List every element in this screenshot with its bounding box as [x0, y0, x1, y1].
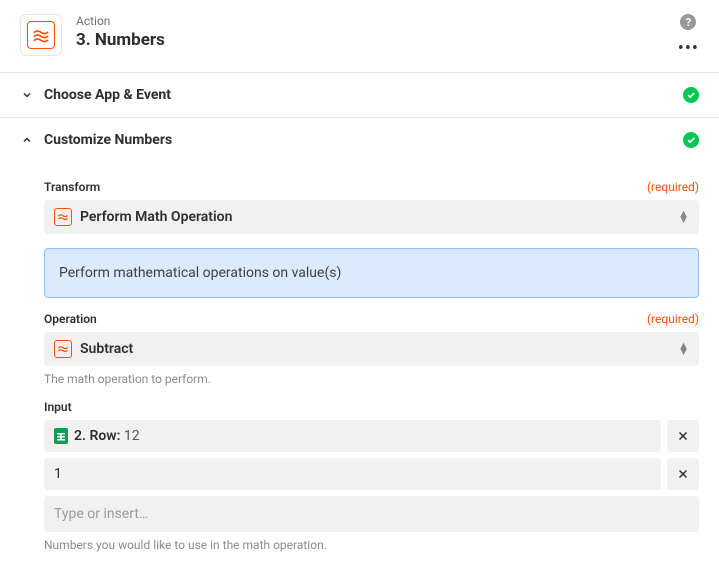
chevron-up-icon [20, 134, 34, 146]
input-help: Numbers you would like to use in the mat… [44, 538, 699, 552]
input-pill-text: 1 [54, 466, 62, 482]
check-complete-icon [683, 132, 699, 148]
more-menu-icon[interactable]: ••• [678, 40, 699, 58]
header-text: Action 3. Numbers [76, 14, 678, 50]
numbers-app-icon [54, 208, 72, 226]
input-value-box[interactable]: 1 [44, 458, 661, 490]
app-icon-frame [20, 14, 62, 56]
field-operation: Operation (required) Subtract ▲▼ The mat… [44, 312, 699, 386]
section-title: Choose App & Event [44, 87, 683, 103]
operation-label: Operation [44, 312, 97, 326]
input-item: 2. Row: 12 [44, 420, 699, 452]
transform-label: Transform [44, 180, 100, 194]
step-type-label: Action [76, 14, 678, 28]
customize-form: Transform (required) Perform Math Operat… [0, 162, 719, 572]
chevron-down-icon [20, 89, 34, 101]
input-add-field[interactable]: Type or insert… [44, 496, 699, 532]
section-title: Customize Numbers [44, 132, 683, 148]
numbers-app-icon [27, 21, 55, 49]
check-complete-icon [683, 87, 699, 103]
sheets-icon [54, 428, 68, 444]
transform-value: Perform Math Operation [80, 209, 678, 225]
operation-select[interactable]: Subtract ▲▼ [44, 332, 699, 366]
operation-help: The math operation to perform. [44, 372, 699, 386]
input-value-box[interactable]: 2. Row: 12 [44, 420, 661, 452]
input-item: 1 [44, 458, 699, 490]
step-title: 3. Numbers [76, 30, 678, 50]
step-header: Action 3. Numbers ? ••• [0, 0, 719, 73]
input-label: Input [44, 400, 72, 414]
required-indicator: (required) [647, 312, 699, 326]
select-arrows-icon: ▲▼ [678, 211, 689, 223]
transform-select[interactable]: Perform Math Operation ▲▼ [44, 200, 699, 234]
select-arrows-icon: ▲▼ [678, 343, 689, 355]
transform-description: Perform mathematical operations on value… [44, 248, 699, 298]
remove-input-button[interactable] [667, 458, 699, 490]
section-customize-numbers[interactable]: Customize Numbers [0, 118, 719, 162]
field-transform: Transform (required) Perform Math Operat… [44, 180, 699, 298]
field-input: Input 2. Row: 12 1 Type or insert… Numbe… [44, 400, 699, 552]
required-indicator: (required) [647, 180, 699, 194]
numbers-app-icon [54, 340, 72, 358]
help-icon[interactable]: ? [680, 14, 696, 30]
input-pill-text: 2. Row: 12 [74, 428, 140, 444]
operation-value: Subtract [80, 341, 678, 357]
remove-input-button[interactable] [667, 420, 699, 452]
section-choose-app-event[interactable]: Choose App & Event [0, 73, 719, 118]
